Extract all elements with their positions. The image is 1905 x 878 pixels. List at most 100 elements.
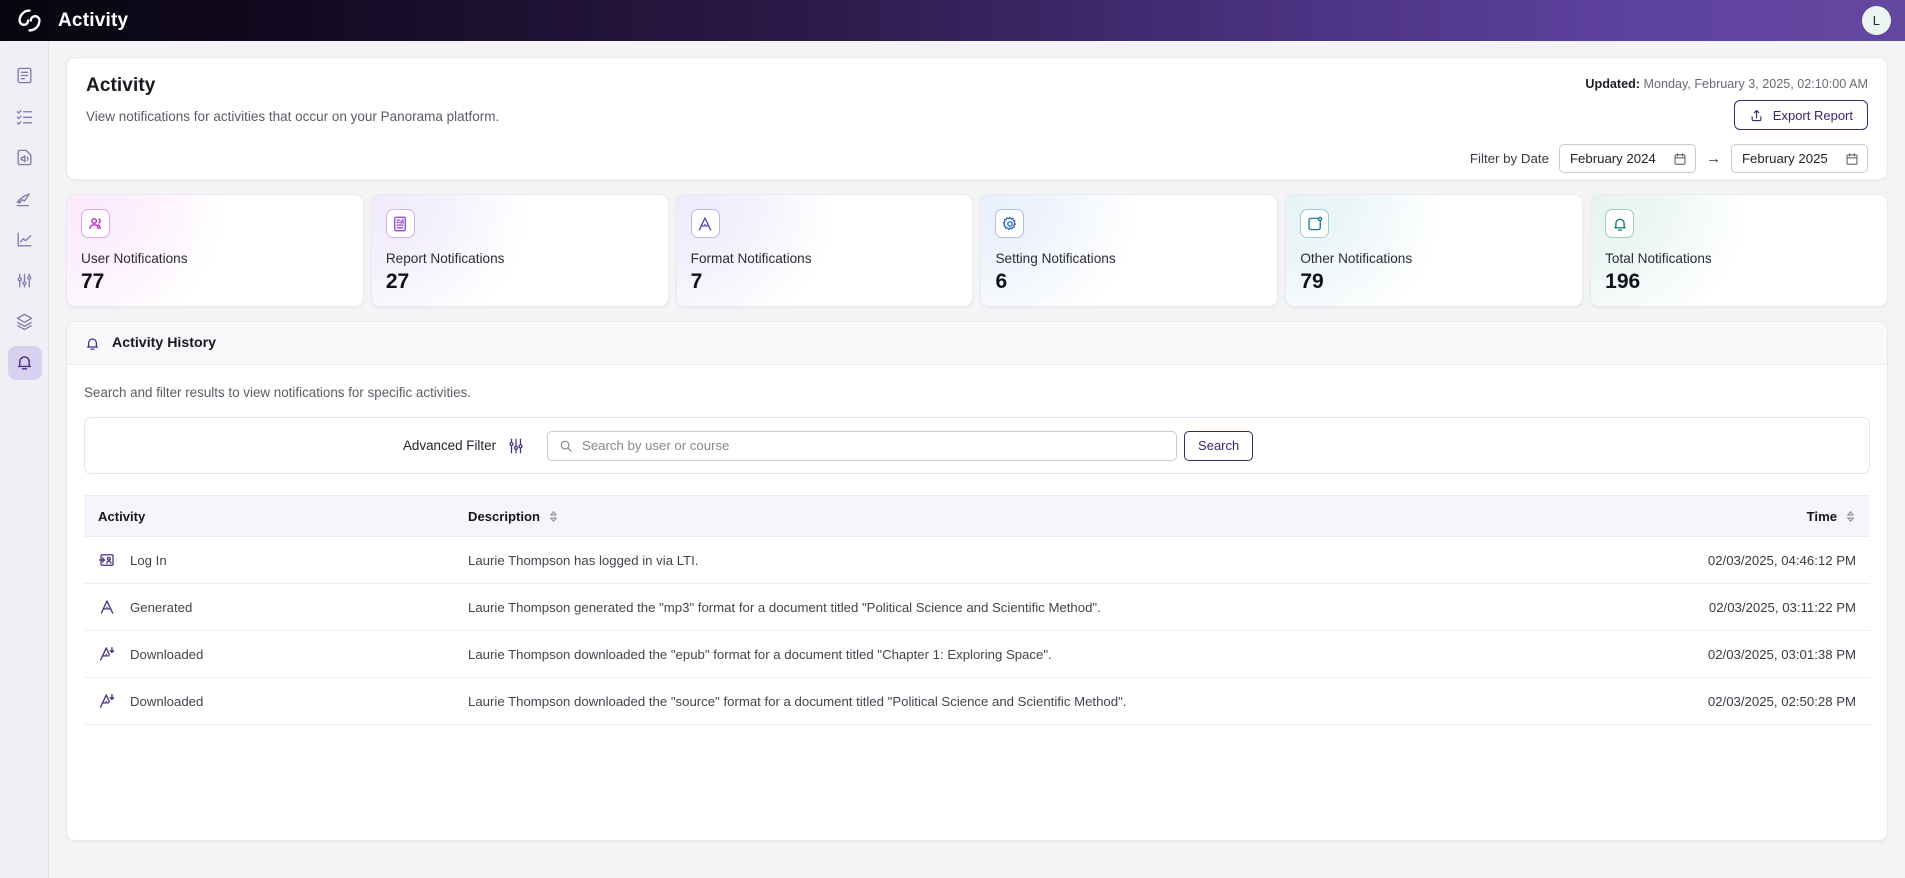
sidebar-item-settings[interactable] <box>0 260 49 301</box>
page-subtitle: View notifications for activities that o… <box>86 109 500 124</box>
column-header-activity: Activity <box>84 495 454 537</box>
sidebar-item-audio-document[interactable] <box>0 137 49 178</box>
top-bar: Activity L <box>0 0 1905 41</box>
sidebar-item-publish[interactable] <box>0 178 49 219</box>
advanced-filter-button[interactable]: Advanced Filter <box>403 437 525 455</box>
stat-value: 7 <box>690 270 703 293</box>
search-input-wrapper[interactable] <box>547 430 1178 461</box>
table-row[interactable]: Generated Laurie Thompson generated the … <box>84 583 1870 631</box>
format-a-icon <box>100 600 114 614</box>
report-icon <box>394 216 407 231</box>
stat-icon-box <box>385 209 415 238</box>
activity-label: Log In <box>130 552 167 568</box>
sidebar-item-layers[interactable] <box>0 301 49 342</box>
main-content: Activity View notifications for activiti… <box>49 41 1905 878</box>
column-header-description[interactable]: Description <box>454 495 1570 537</box>
avatar[interactable]: L <box>1862 6 1891 35</box>
stat-label: Format Notifications <box>690 251 812 266</box>
cell-description: Laurie Thompson downloaded the "epub" fo… <box>454 630 1570 678</box>
column-label: Activity <box>98 508 146 524</box>
sliders-icon <box>509 438 523 453</box>
stat-card-report-notifications[interactable]: Report Notifications 27 <box>370 194 669 307</box>
activity-table: Activity Description Time Log In Laurie … <box>84 495 1870 725</box>
cell-time: 02/03/2025, 02:50:28 PM <box>1570 677 1870 725</box>
table-header: Activity Description Time <box>84 495 1870 537</box>
table-row[interactable]: Downloaded Laurie Thompson downloaded th… <box>84 630 1870 678</box>
stat-value: 77 <box>81 270 105 293</box>
stat-card-setting-notifications[interactable]: Setting Notifications 6 <box>980 194 1279 307</box>
search-button[interactable]: Search <box>1184 430 1254 461</box>
sidebar-item-analytics[interactable] <box>0 219 49 260</box>
sort-icon <box>550 510 557 522</box>
stat-icon-box <box>690 209 720 238</box>
cell-time: 02/03/2025, 04:46:12 PM <box>1570 536 1870 584</box>
cell-description: Laurie Thompson generated the "mp3" form… <box>454 583 1570 631</box>
bell-icon <box>17 356 32 370</box>
stat-icon-box <box>995 209 1025 238</box>
search-toolbar: Advanced Filter Search <box>84 417 1870 474</box>
sidebar-item-notifications[interactable] <box>0 342 49 383</box>
download-a-icon <box>99 646 115 661</box>
search-input[interactable] <box>582 438 1166 453</box>
table-row[interactable]: Log In Laurie Thompson has logged in via… <box>84 536 1870 584</box>
audio-document-icon <box>17 149 32 166</box>
filter-by-date-label: Filter by Date <box>1469 151 1549 166</box>
stat-label: User Notifications <box>81 251 188 266</box>
stat-cards: User Notifications 77 Report Notificatio… <box>66 194 1888 307</box>
bell-icon <box>1613 218 1626 231</box>
cell-activity: Log In <box>84 536 454 584</box>
sidebar-item-document[interactable] <box>0 55 49 96</box>
date-to-picker[interactable]: February 2025 <box>1731 144 1868 173</box>
bell-icon <box>86 337 99 350</box>
date-range-arrow: → <box>1706 150 1721 167</box>
panel-header: Activity History <box>67 322 1887 365</box>
search-icon <box>560 440 572 452</box>
stat-card-format-notifications[interactable]: Format Notifications 7 <box>675 194 974 307</box>
sliders-icon <box>17 273 32 288</box>
date-filter-row: Filter by Date February 2024 → February … <box>1470 144 1868 173</box>
date-from-value: February 2024 <box>1570 151 1656 166</box>
column-header-time[interactable]: Time <box>1570 495 1870 537</box>
activity-label: Downloaded <box>130 693 204 709</box>
advanced-filter-label: Advanced Filter <box>403 438 497 453</box>
spiral-logo[interactable] <box>14 6 44 36</box>
table-body: Log In Laurie Thompson has logged in via… <box>84 536 1870 725</box>
login-icon <box>98 554 114 566</box>
table-row[interactable]: Downloaded Laurie Thompson downloaded th… <box>84 677 1870 725</box>
export-report-button[interactable]: Export Report <box>1733 100 1868 130</box>
checklist-icon <box>16 109 33 126</box>
stat-card-other-notifications[interactable]: Other Notifications 79 <box>1285 194 1584 307</box>
cell-description: Laurie Thompson has logged in via LTI. <box>454 536 1570 584</box>
stat-value: 27 <box>385 270 410 293</box>
export-report-label: Export Report <box>1772 107 1853 123</box>
sidebar-item-checklist[interactable] <box>0 96 49 137</box>
cell-activity: Downloaded <box>84 630 454 678</box>
calendar-icon <box>1846 152 1858 165</box>
stat-value: 196 <box>1605 270 1641 293</box>
stat-card-total-notifications[interactable]: Total Notifications 196 <box>1590 194 1888 307</box>
date-from-picker[interactable]: February 2024 <box>1559 144 1696 173</box>
cell-time: 02/03/2025, 03:01:38 PM <box>1570 630 1870 678</box>
table-header-row: Activity Description Time <box>84 495 1870 537</box>
stat-label: Report Notifications <box>385 251 505 266</box>
sort-icon <box>1847 510 1854 522</box>
stat-icon-box <box>1605 209 1635 238</box>
cell-activity: Generated <box>84 583 454 631</box>
column-label: Description <box>468 508 541 524</box>
format-a-icon <box>698 216 712 231</box>
users-icon <box>88 217 101 229</box>
line-chart-icon <box>17 232 32 247</box>
layers-icon <box>16 313 33 331</box>
other-icon <box>1308 216 1323 230</box>
stat-value: 6 <box>995 270 1008 293</box>
stat-card-user-notifications[interactable]: User Notifications 77 <box>66 194 364 307</box>
panel-subtitle: Search and filter results to view notifi… <box>84 385 472 400</box>
page-header-card: Activity View notifications for activiti… <box>66 57 1888 180</box>
column-label: Time <box>1806 508 1837 524</box>
cell-time: 02/03/2025, 03:11:22 PM <box>1570 583 1870 631</box>
gear-icon <box>1002 216 1016 230</box>
stat-label: Total Notifications <box>1605 251 1712 266</box>
download-a-icon <box>99 693 115 708</box>
date-to-value: February 2025 <box>1742 151 1828 166</box>
panel-title: Activity History <box>112 335 217 351</box>
